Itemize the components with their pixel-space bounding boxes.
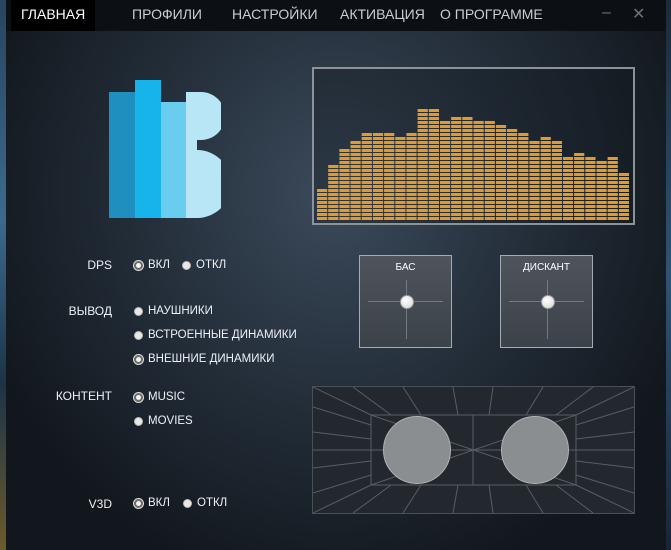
spectrum-analyzer: [312, 67, 635, 225]
treble-pad[interactable]: ДИСКАНТ: [500, 255, 593, 348]
spectrum-bar: [406, 133, 417, 220]
treble-knob[interactable]: [541, 295, 555, 309]
minimize-icon[interactable]: –: [602, 4, 611, 22]
spectrum-bar: [317, 189, 328, 220]
bass-axis-v: [406, 280, 407, 339]
spectrum-bars: [317, 109, 629, 220]
bass-title: БАС: [395, 262, 416, 273]
spectrum-bar: [440, 121, 451, 220]
close-icon[interactable]: ✕: [632, 4, 645, 24]
nav-bar: ГЛАВНАЯ ПРОФИЛИ НАСТРОЙКИ АКТИВАЦИЯ О ПР…: [6, 0, 666, 31]
v3d-off-radio[interactable]: [183, 498, 192, 508]
content-movies-option[interactable]: MOVIES: [134, 415, 193, 427]
dps-on-radio[interactable]: [134, 260, 143, 270]
output-label: ВЫВОД: [68, 304, 112, 318]
bass-pad[interactable]: БАС: [359, 255, 452, 348]
output-external-speakers-option[interactable]: ВНЕШНИЕ ДИНАМИКИ: [134, 353, 274, 365]
dps-on-option[interactable]: ВКЛ: [134, 259, 170, 271]
v3d-label: V3D: [88, 497, 112, 511]
room-grid: [312, 386, 635, 514]
spectrum-bar: [372, 133, 384, 220]
spectrum-bar: [574, 153, 585, 220]
v3d-on-option[interactable]: ВКЛ: [134, 497, 170, 509]
spectrum-bar: [507, 129, 518, 220]
spectrum-bar: [618, 173, 629, 220]
content-label: КОНТЕНТ: [55, 389, 112, 403]
dps-off-radio[interactable]: [182, 260, 191, 270]
output-external-speakers-label: ВНЕШНИЕ ДИНАМИКИ: [148, 353, 275, 365]
v3d-room-view: [312, 386, 635, 514]
spectrum-bar: [529, 141, 540, 220]
v3d-off-label: ОТКЛ: [197, 497, 228, 509]
output-external-speakers-radio[interactable]: [134, 354, 143, 364]
content-music-option[interactable]: MUSIC: [134, 391, 185, 403]
content-music-radio[interactable]: [134, 392, 143, 402]
right-speaker-handle[interactable]: [501, 416, 569, 484]
tab-main[interactable]: ГЛАВНАЯ: [11, 0, 96, 31]
spectrum-bar: [540, 137, 551, 220]
spectrum-bar: [585, 157, 596, 220]
app-logo: [109, 80, 221, 218]
spectrum-bar: [451, 117, 462, 220]
spectrum-bar: [596, 161, 607, 220]
dps-on-label: ВКЛ: [148, 259, 170, 271]
output-headphones-option[interactable]: НАУШНИКИ: [134, 305, 213, 317]
output-headphones-label: НАУШНИКИ: [148, 305, 213, 317]
spectrum-bar: [350, 141, 361, 220]
bass-knob[interactable]: [400, 295, 414, 309]
output-headphones-radio[interactable]: [134, 306, 143, 316]
dps-off-option[interactable]: ОТКЛ: [182, 259, 226, 271]
spectrum-bar: [395, 137, 406, 220]
output-builtin-speakers-option[interactable]: ВСТРОЕННЫЕ ДИНАМИКИ: [134, 329, 297, 341]
spectrum-bar: [384, 133, 395, 220]
v3d-off-option[interactable]: ОТКЛ: [183, 497, 227, 509]
tab-activation[interactable]: АКТИВАЦИЯ: [330, 0, 435, 31]
desktop-edge-right: [666, 0, 671, 550]
spectrum-bar: [473, 121, 484, 220]
spectrum-bar: [328, 165, 339, 220]
content-music-label: MUSIC: [148, 391, 186, 403]
spectrum-bar: [562, 157, 574, 220]
v3d-on-radio[interactable]: [134, 498, 143, 508]
dps-off-label: ОТКЛ: [196, 259, 227, 271]
spectrum-bar: [518, 133, 529, 220]
spectrum-bar: [417, 109, 428, 220]
spectrum-bar: [361, 133, 372, 220]
spectrum-bar: [484, 121, 495, 220]
spectrum-bar: [551, 141, 562, 220]
v3d-on-label: ВКЛ: [148, 497, 170, 509]
app-window: ГЛАВНАЯ ПРОФИЛИ НАСТРОЙКИ АКТИВАЦИЯ О ПР…: [6, 0, 666, 550]
spectrum-bar: [495, 125, 507, 220]
output-builtin-speakers-label: ВСТРОЕННЫЕ ДИНАМИКИ: [148, 329, 297, 341]
content-movies-radio[interactable]: [134, 416, 143, 426]
spectrum-bar: [339, 149, 350, 220]
treble-axis-v: [547, 280, 548, 339]
dps-label: DPS: [87, 258, 112, 272]
output-builtin-speakers-radio[interactable]: [134, 330, 143, 340]
spectrum-bar: [607, 157, 618, 220]
tab-profiles[interactable]: ПРОФИЛИ: [122, 0, 212, 31]
spectrum-bar: [462, 117, 473, 220]
spectrum-bar: [428, 109, 439, 220]
left-speaker-handle[interactable]: [383, 416, 451, 484]
content-movies-label: MOVIES: [148, 415, 193, 427]
tab-settings[interactable]: НАСТРОЙКИ: [222, 0, 328, 31]
tab-about[interactable]: О ПРОГРАММЕ: [430, 0, 553, 31]
treble-title: ДИСКАНТ: [522, 262, 570, 273]
